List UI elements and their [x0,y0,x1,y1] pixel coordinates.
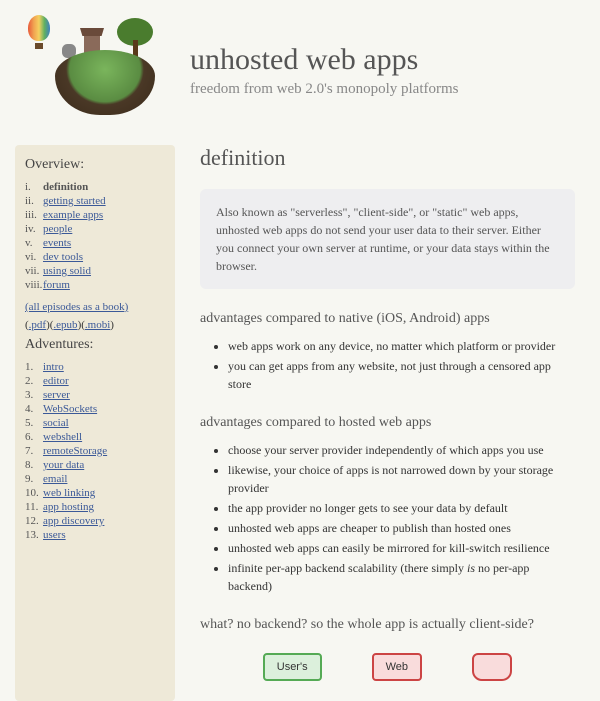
heading-adv-hosted: advantages compared to hosted web apps [200,415,575,431]
sidebar: Overview: i. definition ii. getting start… [15,145,175,701]
overview-link[interactable]: example apps [43,209,103,221]
architecture-diagram: User's Web [200,653,575,681]
section-heading-definition: definition [200,145,575,171]
overview-item: i. definition [25,181,165,193]
overview-link[interactable]: people [43,223,72,235]
diagram-box-web: Web [372,653,422,681]
book-link[interactable]: (all episodes as a book) [25,301,128,313]
overview-item-active: definition [43,181,88,193]
adventure-item: 13. users [25,529,165,541]
list-item: the app provider no longer gets to see y… [228,499,575,517]
heading-what: what? no backend? so the whole app is ac… [200,617,575,633]
formats-line: (.pdf)(.epub)(.mobi) [25,319,165,331]
adventure-link[interactable]: webshell [43,431,82,443]
adventure-link[interactable]: your data [43,459,84,471]
format-link[interactable]: .mobi [85,319,110,331]
adventure-item: 9. email [25,473,165,485]
list-item: you can get apps from any website, not j… [228,357,575,393]
overview-link[interactable]: forum [43,279,70,291]
overview-link[interactable]: using solid [43,265,91,277]
adventure-item: 4. WebSockets [25,403,165,415]
page-subtitle: freedom from web 2.0's monopoly platform… [190,81,580,98]
adventure-link[interactable]: app hosting [43,501,94,513]
adventure-link[interactable]: server [43,389,70,401]
heading-adv-native: advantages compared to native (iOS, Andr… [200,311,575,327]
adventure-item: 11. app hosting [25,501,165,513]
format-link[interactable]: .pdf [29,319,46,331]
adventure-link[interactable]: users [43,529,66,541]
adventure-item: 7. remoteStorage [25,445,165,457]
overview-item: vi. dev tools [25,251,165,263]
list-item: unhosted web apps can easily be mirrored… [228,539,575,557]
header: unhosted web apps freedom from web 2.0's… [0,0,600,145]
adventure-link[interactable]: web linking [43,487,95,499]
overview-link[interactable]: getting started [43,195,106,207]
island-icon [55,50,155,115]
overview-item: iv. people [25,223,165,235]
overview-item: vii. using solid [25,265,165,277]
list-item: unhosted web apps are cheaper to publish… [228,519,575,537]
main-content: definition Also known as "serverless", "… [175,145,600,701]
adventure-item: 1. intro [25,361,165,373]
overview-item: v. events [25,237,165,249]
adventure-link[interactable]: social [43,417,69,429]
definition-callout: Also known as "serverless", "client-side… [200,189,575,289]
adventure-link[interactable]: intro [43,361,64,373]
diagram-box-user: User's [263,653,322,681]
page-title: unhosted web apps [190,43,580,77]
overview-link[interactable]: dev tools [43,251,83,263]
overview-item: viii. forum [25,279,165,291]
adventure-item: 2. editor [25,375,165,387]
adventure-link[interactable]: WebSockets [43,403,97,415]
adventure-item: 6. webshell [25,431,165,443]
list-item: infinite per-app backend scalability (th… [228,559,575,595]
adventure-link[interactable]: remoteStorage [43,445,107,457]
adventure-item: 3. server [25,389,165,401]
overview-item: iii. example apps [25,209,165,221]
overview-item: ii. getting started [25,195,165,207]
adventure-item: 8. your data [25,459,165,471]
adventure-link[interactable]: app discovery [43,515,104,527]
diagram-box-db [472,653,512,681]
list-item: likewise, your choice of apps is not nar… [228,461,575,497]
adventure-item: 10. web linking [25,487,165,499]
adventures-heading: Adventures: [25,337,165,353]
balloon-icon [28,15,50,49]
adventure-item: 5. social [25,417,165,429]
format-link[interactable]: .epub [53,319,77,331]
overview-link[interactable]: events [43,237,71,249]
logo-illustration [20,10,180,130]
adventure-item: 12. app discovery [25,515,165,527]
adventure-link[interactable]: editor [43,375,69,387]
adventure-link[interactable]: email [43,473,67,485]
list-item: choose your server provider independentl… [228,441,575,459]
overview-heading: Overview: [25,157,165,173]
list-item: web apps work on any device, no matter w… [228,337,575,355]
